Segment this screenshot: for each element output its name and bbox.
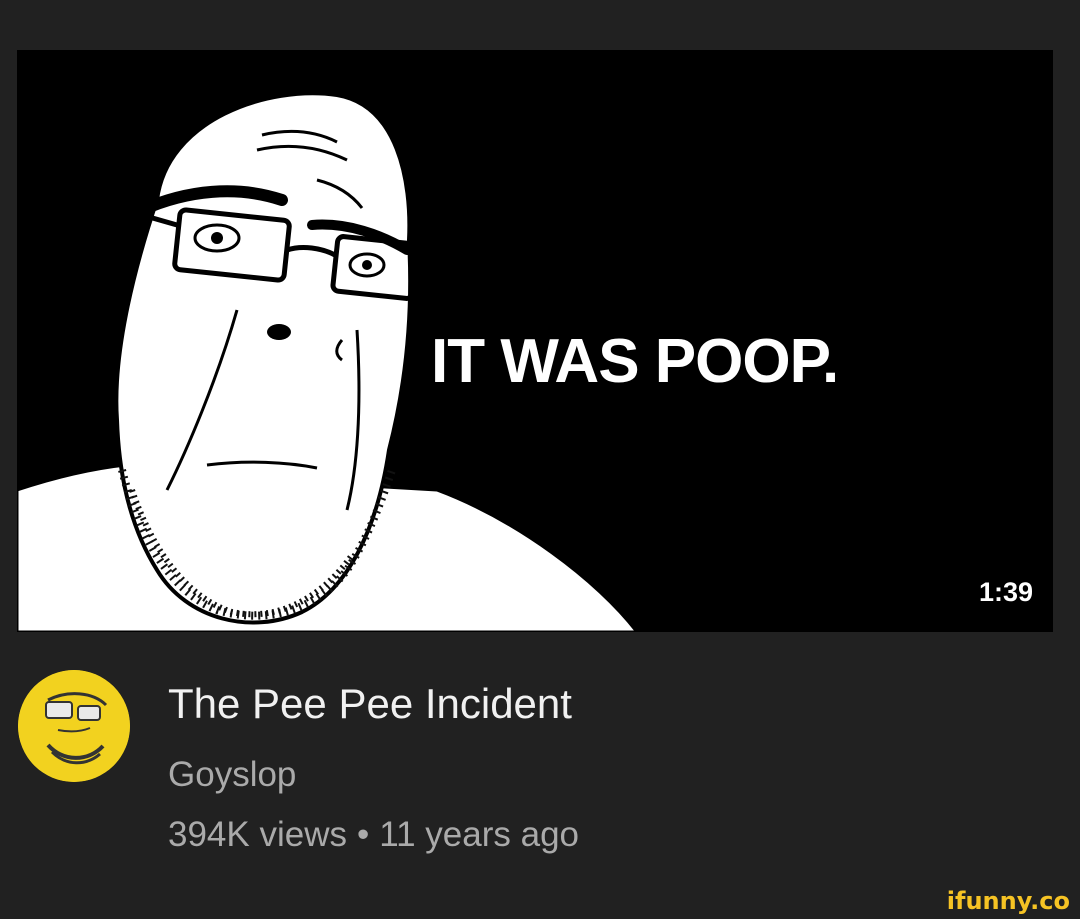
channel-name[interactable]: Goyslop [168,754,579,796]
watermark-logo: ifunny.co [946,887,1070,915]
stats-separator: • [356,815,370,854]
video-card[interactable]: IT WAS POOP. 1:39 The Pee Pee Incident G… [0,0,1080,919]
duration-badge: 1:39 [972,575,1039,610]
channel-avatar[interactable] [18,670,130,782]
video-stats: 394K views • 11 years ago [168,814,579,856]
video-title[interactable]: The Pee Pee Incident [168,678,579,730]
video-thumbnail[interactable]: IT WAS POOP. 1:39 [17,50,1053,632]
wojak-avatar-icon [18,670,130,782]
view-count: 394K views [168,815,347,854]
upload-age: 11 years ago [379,815,580,854]
video-meta: The Pee Pee Incident Goyslop 394K views •… [168,678,579,856]
thumbnail-caption: IT WAS POOP. [431,327,839,396]
